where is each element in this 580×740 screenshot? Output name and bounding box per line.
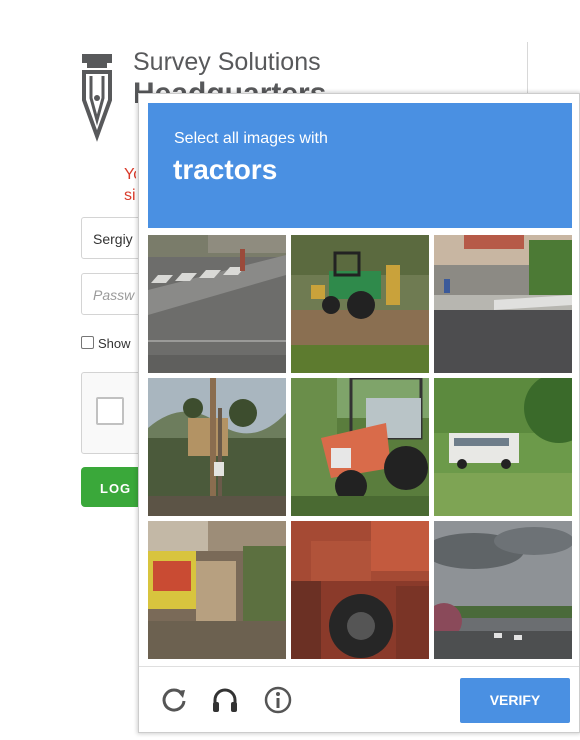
image-tile-6[interactable] — [434, 378, 572, 516]
info-icon[interactable] — [263, 685, 293, 715]
pen-logo-icon — [82, 54, 112, 142]
show-password-checkbox[interactable] — [81, 336, 94, 349]
reload-icon[interactable] — [159, 685, 189, 715]
error-line-2: si — [124, 187, 136, 204]
error-line-1: Yo — [124, 166, 136, 183]
image-tile-8[interactable] — [291, 521, 429, 659]
image-tile-5[interactable] — [291, 378, 429, 516]
image-tile-9[interactable] — [434, 521, 572, 659]
image-tile-4[interactable] — [148, 378, 286, 516]
image-tile-3[interactable] — [434, 235, 572, 373]
image-tile-7[interactable] — [148, 521, 286, 659]
captcha-challenge-dialog: Select all images with tractors VERIFY — [138, 93, 580, 733]
challenge-header: Select all images with tractors — [148, 103, 572, 228]
brand-title: Survey Solutions — [133, 48, 321, 76]
captcha-checkbox[interactable] — [96, 397, 124, 425]
error-message: Yo si — [124, 164, 136, 206]
challenge-footer: VERIFY — [139, 666, 579, 733]
verify-button[interactable]: VERIFY — [460, 678, 570, 723]
image-tile-1[interactable] — [148, 235, 286, 373]
headphones-icon[interactable] — [210, 685, 240, 715]
image-grid — [148, 235, 572, 659]
challenge-target: tractors — [173, 154, 278, 185]
challenge-instruction: Select all images with — [174, 130, 328, 147]
show-password-label: Show — [98, 336, 131, 351]
image-tile-2[interactable] — [291, 235, 429, 373]
show-password-toggle[interactable]: Show — [81, 336, 131, 351]
